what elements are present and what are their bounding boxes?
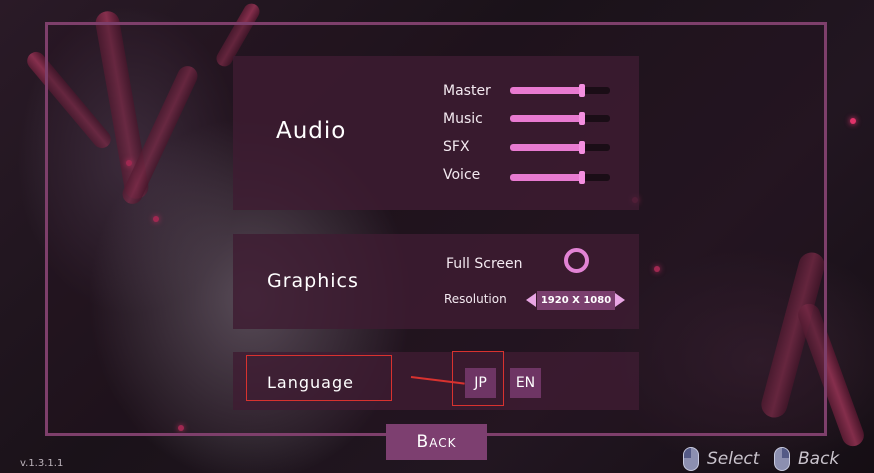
back-button[interactable]: Back xyxy=(386,424,487,460)
language-label-annotation-box xyxy=(246,355,392,401)
mouse-left-click-icon xyxy=(683,447,699,471)
jp-button-annotation-box xyxy=(452,351,504,406)
music-slider[interactable] xyxy=(510,112,610,125)
music-slider-fill xyxy=(510,115,582,122)
graphics-title: Graphics xyxy=(267,270,359,292)
music-label: Music xyxy=(443,111,483,127)
audio-title: Audio xyxy=(276,118,347,144)
master-label: Master xyxy=(443,83,491,99)
sfx-slider-thumb[interactable] xyxy=(579,141,585,154)
master-slider[interactable] xyxy=(510,84,610,97)
voice-slider-thumb[interactable] xyxy=(579,171,585,184)
particle-decoration xyxy=(850,118,856,124)
music-slider-thumb[interactable] xyxy=(579,112,585,125)
voice-slider[interactable] xyxy=(510,171,610,184)
voice-slider-fill xyxy=(510,174,582,181)
mouse-left-button-highlight xyxy=(684,448,691,458)
mouse-right-click-icon xyxy=(774,447,790,471)
resolution-prev-arrow-icon[interactable] xyxy=(526,293,536,307)
resolution-value: 1920 X 1080 xyxy=(537,291,615,310)
resolution-label: Resolution xyxy=(444,292,507,306)
back-hint: Back xyxy=(798,449,840,469)
sfx-label: SFX xyxy=(443,139,470,155)
sfx-slider-fill xyxy=(510,144,582,151)
select-hint: Select xyxy=(707,449,760,469)
fullscreen-label: Full Screen xyxy=(446,256,523,272)
mouse-right-button-highlight xyxy=(782,448,789,458)
fullscreen-toggle[interactable] xyxy=(564,248,589,273)
master-slider-thumb[interactable] xyxy=(579,84,585,97)
version-text: v.1.3.1.1 xyxy=(20,458,64,469)
sfx-slider[interactable] xyxy=(510,141,610,154)
language-en-button[interactable]: EN xyxy=(510,368,541,398)
resolution-next-arrow-icon[interactable] xyxy=(615,293,625,307)
voice-label: Voice xyxy=(443,167,481,183)
master-slider-fill xyxy=(510,87,582,94)
